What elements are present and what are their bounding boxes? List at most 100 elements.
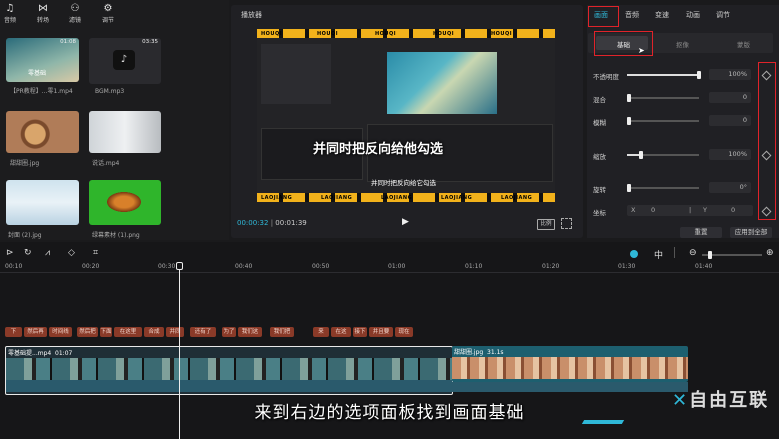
clip-audio-band	[6, 380, 452, 392]
media-label: 【PR教程】...零1.mp4	[10, 88, 73, 95]
media-thumb-cover[interactable]	[6, 180, 79, 225]
mouse-cursor-icon: ➤	[638, 46, 645, 55]
tab-picture[interactable]: 画面	[594, 10, 608, 20]
scale-slider[interactable]	[627, 151, 699, 159]
subtitle-clip[interactable]: 并同	[166, 327, 184, 337]
split-icon[interactable]: ⩘	[45, 248, 50, 258]
clip-audio-band	[452, 382, 688, 392]
toolbar-item-transition[interactable]: ⋈ 转场	[28, 3, 58, 24]
video-clip-main[interactable]: 零基础提...mp4 01:07	[5, 346, 453, 395]
subtitle-clip[interactable]: 下面	[100, 327, 112, 337]
tab-audio[interactable]: 音频	[625, 10, 639, 20]
play-button[interactable]: ▶	[402, 217, 409, 227]
subtitle-clip[interactable]: 接下	[353, 327, 367, 337]
subtitle-clip[interactable]: 并且要	[369, 327, 393, 337]
watermark-logo: ✕自由互联	[672, 390, 770, 411]
current-time: 00:00:32	[237, 219, 269, 227]
media-duration: 01:08	[60, 39, 76, 45]
subtitle-clip[interactable]: 在这	[331, 327, 351, 337]
ruler-tick: 01:30	[618, 263, 636, 270]
opacity-slider[interactable]	[627, 71, 701, 79]
freeze-icon[interactable]: ◇	[68, 248, 75, 258]
rotation-value[interactable]: 0°	[709, 182, 751, 193]
subtitle-clip[interactable]: 然后把	[77, 327, 98, 337]
divider	[674, 247, 675, 258]
crop-icon[interactable]: ⌗	[93, 248, 98, 258]
subtitle-clip[interactable]: 下	[5, 327, 22, 337]
subtitle-clip[interactable]: 为了	[222, 327, 236, 337]
subtitle-clip[interactable]: 时间线	[49, 327, 72, 337]
bottom-stripe: LAOJIANG LAOJIANG LAOJIANG LAOJIANG LAOJ…	[257, 193, 555, 202]
subtitle-clip[interactable]: 合成	[144, 327, 164, 337]
playhead-handle[interactable]	[176, 262, 183, 270]
rotation-slider[interactable]	[627, 184, 699, 192]
zoom-in-icon[interactable]: ⊕	[766, 248, 774, 258]
blend-label: 混合	[593, 96, 606, 104]
tiger-image	[107, 192, 141, 212]
watermark-x-icon: ✕	[672, 390, 690, 411]
fullscreen-icon[interactable]	[561, 218, 572, 229]
subtitle-clip[interactable]: 现在	[395, 327, 413, 337]
total-time: 00:01:39	[275, 219, 307, 227]
redo-icon[interactable]: ↻	[24, 248, 32, 258]
undo-icon[interactable]: ⊳	[6, 248, 14, 258]
inner-panel	[261, 44, 331, 104]
subtitle-clip[interactable]: 然后再	[24, 327, 47, 337]
opacity-label: 不透明度	[593, 73, 619, 81]
stripe-text: HOUQI	[433, 31, 455, 37]
toolbar-item-filter[interactable]: ⚇ 滤镜	[60, 3, 90, 24]
media-thumb-talking[interactable]	[89, 111, 161, 153]
link-icon[interactable]: 中	[654, 248, 663, 261]
stripe-text: LAOJIANG	[441, 195, 473, 201]
top-stripe: HOUQI HOUQI HOUQI HOUQI HOUQI	[257, 29, 555, 38]
media-thumb-bgm[interactable]: 03:35 ♪	[89, 38, 161, 84]
transition-icon: ⋈	[38, 3, 48, 14]
toolbar-item-adjust[interactable]: ⚙ 调节	[93, 3, 123, 24]
keyframe-column-highlight	[758, 62, 776, 220]
ratio-button[interactable]: 比例	[537, 219, 555, 230]
y-value[interactable]: 0	[731, 205, 735, 216]
video-clip-donut[interactable]: 甜甜圈.jpg 31.1s	[452, 346, 688, 382]
scale-label: 缩放	[593, 153, 606, 161]
subtab-keying[interactable]: 抠像	[676, 39, 689, 49]
clip-label: 零基础提...mp4 01:07	[8, 350, 73, 357]
x-value[interactable]: 0	[651, 205, 655, 216]
subtitle-clip[interactable]: 还有了	[190, 327, 216, 337]
reset-button[interactable]: 重置	[680, 227, 722, 238]
ruler-tick: 01:00	[388, 263, 406, 270]
blend-slider[interactable]	[627, 94, 699, 102]
tiktok-icon: ♪	[113, 50, 135, 70]
video-preview[interactable]: HOUQI HOUQI HOUQI HOUQI HOUQI 并同时把反向给他勾选…	[257, 29, 555, 202]
blend-value[interactable]: 0	[709, 92, 751, 103]
toolbar-label: 调节	[101, 17, 114, 24]
position-fields[interactable]: X 0 | Y 0	[627, 205, 753, 216]
subtitle-clip[interactable]: 我们把	[270, 327, 294, 337]
stripe-text: HOUQI	[375, 31, 397, 37]
opacity-value[interactable]: 100%	[709, 69, 751, 80]
zoom-slider[interactable]	[702, 251, 762, 259]
tab-adjust[interactable]: 调节	[716, 10, 730, 20]
subtitle-clip[interactable]: 在这里	[114, 327, 142, 337]
subtab-mask[interactable]: 蒙版	[737, 39, 750, 49]
blur-slider[interactable]	[627, 117, 699, 125]
tab-animation[interactable]: 动画	[686, 10, 700, 20]
media-thumb-tutorial[interactable]: 01:08 零基础	[6, 38, 79, 82]
zoom-out-icon[interactable]: ⊖	[689, 248, 697, 258]
media-thumb-greenscreen[interactable]	[89, 180, 161, 225]
scale-value[interactable]: 100%	[709, 149, 751, 160]
media-thumb-donut[interactable]	[6, 111, 79, 153]
subtitle-clip[interactable]: 来	[313, 327, 329, 337]
watermark-stripe	[581, 420, 625, 424]
toolbar-item-audio[interactable]: ♫ 音频	[0, 3, 25, 24]
ruler-tick: 00:50	[312, 263, 330, 270]
ruler-line	[0, 272, 779, 273]
apply-all-button[interactable]: 应用到全部	[730, 227, 772, 238]
blur-value[interactable]: 0	[709, 115, 751, 126]
tab-speed[interactable]: 变速	[655, 10, 669, 20]
media-label: 封面 (2).jpg	[8, 232, 42, 239]
zoom-knob[interactable]	[708, 251, 712, 259]
snap-toggle-icon[interactable]	[630, 250, 638, 258]
subtitle-clip[interactable]: 我们这	[238, 327, 262, 337]
subtab-basic[interactable]: 基础	[617, 39, 630, 49]
clip-filmstrip	[452, 357, 688, 379]
